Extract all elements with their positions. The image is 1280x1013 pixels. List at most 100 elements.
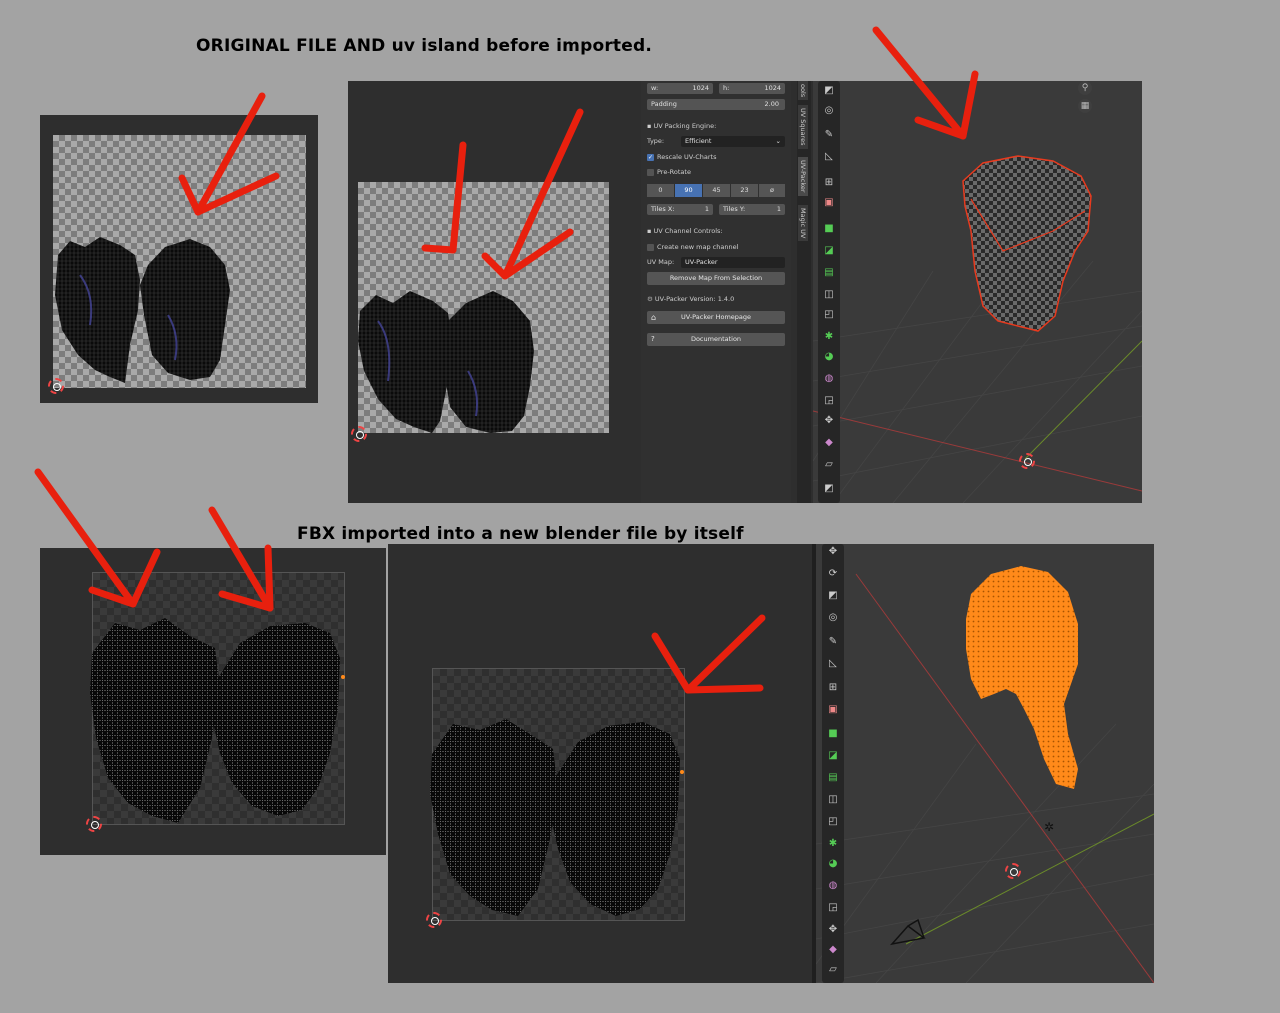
create-map-label: Create new map channel xyxy=(657,243,739,251)
extrude-icon[interactable]: ▣ xyxy=(821,195,837,211)
heading-fbx-import: FBX imported into a new blender file by … xyxy=(297,524,744,544)
width-field[interactable]: w: 1024 xyxy=(647,83,713,94)
homepage-button[interactable]: ⌂ UV-Packer Homepage xyxy=(647,311,785,324)
rotation-23-button[interactable]: 23 xyxy=(731,184,758,197)
shade-icon[interactable]: ◩ xyxy=(821,481,837,497)
polybuild-icon[interactable]: ◰ xyxy=(821,307,837,323)
frame-icon[interactable]: ◩ xyxy=(821,83,837,99)
vertex-marker-2 xyxy=(680,770,684,774)
loopcut-icon[interactable]: ▤ xyxy=(821,265,837,281)
cube-icon-2[interactable]: ▱ xyxy=(825,962,841,978)
rotation-90-button[interactable]: 90 xyxy=(675,184,702,197)
tab-magic-uv[interactable]: Magic UV xyxy=(798,205,808,242)
tab-uv-squares[interactable]: UV Squares xyxy=(798,105,808,149)
rip-icon-2[interactable]: ◆ xyxy=(825,942,841,958)
knife-icon-2[interactable]: ◫ xyxy=(825,792,841,808)
uvmap-field[interactable]: UV-Packer xyxy=(681,257,785,268)
blender-window-imported: ✲ ✥ ⟳ ◩ ◎ ✎ ◺ ⊞ ▣ ■ ◪ ▤ ◫ ◰ ✱ ◕ ◍ ◲ ✥ ◆ … xyxy=(388,544,1154,983)
tool-shelf-bottom: ✥ ⟳ ◩ ◎ ✎ ◺ ⊞ ▣ ■ ◪ ▤ ◫ ◰ ✱ ◕ ◍ ◲ ✥ ◆ ▱ xyxy=(822,544,844,983)
knife-icon[interactable]: ◫ xyxy=(821,287,837,303)
uv-islands-imported xyxy=(90,618,340,823)
create-map-checkbox[interactable] xyxy=(647,244,654,251)
height-field[interactable]: h: 1024 xyxy=(719,83,785,94)
sidebar-tabs: ools UV Squares UV-Packer Magic UV xyxy=(797,81,811,503)
shear-icon[interactable]: ◲ xyxy=(821,393,837,409)
scale-icon[interactable]: ◩ xyxy=(825,588,841,604)
uv-islands-imported-2 xyxy=(430,719,680,916)
annotate-icon[interactable]: ✎ xyxy=(821,127,837,143)
tab-tools[interactable]: ools xyxy=(798,81,808,101)
annotate-icon-2[interactable]: ✎ xyxy=(825,634,841,650)
shrink-icon-2[interactable]: ◍ xyxy=(825,878,841,894)
blender-window-original: w: 1024 h: 1024 Padding 2.00 ▪ UV Packin… xyxy=(348,81,1142,503)
camera-object-icon xyxy=(889,918,926,946)
help-icon: ? xyxy=(651,335,655,343)
prerotate-label: Pre-Rotate xyxy=(657,168,691,176)
3d-viewport-imported[interactable]: ✲ xyxy=(816,544,1154,983)
rotation-45-button[interactable]: 45 xyxy=(703,184,730,197)
tiles-y-field[interactable]: Tiles Y: 1 xyxy=(719,204,785,215)
2d-cursor[interactable] xyxy=(48,378,64,394)
transform-icon[interactable]: ◎ xyxy=(821,103,837,119)
tiles-x-field[interactable]: Tiles X: 1 xyxy=(647,204,713,215)
uvmap-label: UV Map: xyxy=(647,258,675,266)
uv-editor-original[interactable] xyxy=(40,115,318,403)
camera-view-icon[interactable]: ⚲ xyxy=(1078,81,1092,95)
rescale-checkbox[interactable]: ✓ xyxy=(647,154,654,161)
cube-icon[interactable]: ▱ xyxy=(821,457,837,473)
smooth-icon-2[interactable]: ◕ xyxy=(825,856,841,872)
type-label: Type: xyxy=(647,137,665,145)
documentation-button[interactable]: ? Documentation xyxy=(647,333,785,346)
shear-icon-2[interactable]: ◲ xyxy=(825,900,841,916)
grid-view-icon[interactable]: ▦ xyxy=(1078,99,1092,113)
rotation-any-button[interactable]: ø xyxy=(759,184,785,197)
tab-uv-packer[interactable]: UV-Packer xyxy=(798,157,808,196)
measure-icon[interactable]: ◺ xyxy=(821,149,837,165)
spin-icon-2[interactable]: ✱ xyxy=(825,836,841,852)
type-dropdown[interactable]: Efficient ⌄ xyxy=(681,136,785,147)
add-cube-icon-2[interactable]: ⊞ xyxy=(825,680,841,696)
3d-cursor[interactable] xyxy=(1019,453,1035,469)
uv-editor-imported[interactable] xyxy=(40,548,386,855)
rotate-icon[interactable]: ⟳ xyxy=(825,566,841,582)
remove-map-button[interactable]: Remove Map From Selection xyxy=(647,272,785,285)
uv-islands xyxy=(55,237,230,383)
vertex-marker xyxy=(341,675,345,679)
loopcut-icon-2[interactable]: ▤ xyxy=(825,770,841,786)
shrink-icon[interactable]: ◍ xyxy=(821,371,837,387)
rotation-buttons: 0 90 45 23 ø xyxy=(647,184,785,197)
rip-icon[interactable]: ◆ xyxy=(821,435,837,451)
uv-packer-logo-icon: ⚙ xyxy=(647,295,653,303)
prerotate-checkbox[interactable] xyxy=(647,169,654,176)
polybuild-icon-2[interactable]: ◰ xyxy=(825,814,841,830)
spin-icon[interactable]: ✱ xyxy=(821,329,837,345)
transform-icon-2[interactable]: ◎ xyxy=(825,610,841,626)
chevron-down-icon: ⌄ xyxy=(775,137,781,145)
inset-icon[interactable]: ■ xyxy=(821,221,837,237)
tosphere-icon-2[interactable]: ✥ xyxy=(825,922,841,938)
uv-islands-2 xyxy=(358,291,534,433)
2d-cursor-2[interactable] xyxy=(351,426,367,442)
move-icon[interactable]: ✥ xyxy=(825,544,841,560)
add-cube-icon[interactable]: ⊞ xyxy=(821,175,837,191)
2d-cursor-4[interactable] xyxy=(426,912,442,928)
channel-section-label: ▪ UV Channel Controls: xyxy=(647,227,723,235)
rotation-0-button[interactable]: 0 xyxy=(647,184,674,197)
bevel-icon-2[interactable]: ◪ xyxy=(825,748,841,764)
mesh-selected xyxy=(962,155,1092,332)
tool-shelf-top: ◩ ◎ ✎ ◺ ⊞ ▣ ■ ◪ ▤ ◫ ◰ ✱ ◕ ◍ ◲ ✥ ◆ ▱ ◩ xyxy=(818,81,840,503)
padding-field[interactable]: Padding 2.00 xyxy=(647,99,785,110)
2d-cursor-3[interactable] xyxy=(86,816,102,832)
inset-icon-2[interactable]: ■ xyxy=(825,726,841,742)
extrude-icon-2[interactable]: ▣ xyxy=(825,702,841,718)
version-text: ⚙ UV-Packer Version: 1.4.0 xyxy=(647,295,735,303)
home-icon: ⌂ xyxy=(651,313,657,322)
3d-cursor-2[interactable] xyxy=(1005,863,1021,879)
tosphere-icon[interactable]: ✥ xyxy=(821,413,837,429)
3d-viewport-original[interactable]: ⚲ ▦ xyxy=(813,81,1142,503)
smooth-icon[interactable]: ◕ xyxy=(821,349,837,365)
light-object-icon: ✲ xyxy=(1044,820,1055,834)
bevel-icon[interactable]: ◪ xyxy=(821,243,837,259)
measure-icon-2[interactable]: ◺ xyxy=(825,656,841,672)
uv-packer-panel: w: 1024 h: 1024 Padding 2.00 ▪ UV Packin… xyxy=(641,81,791,503)
